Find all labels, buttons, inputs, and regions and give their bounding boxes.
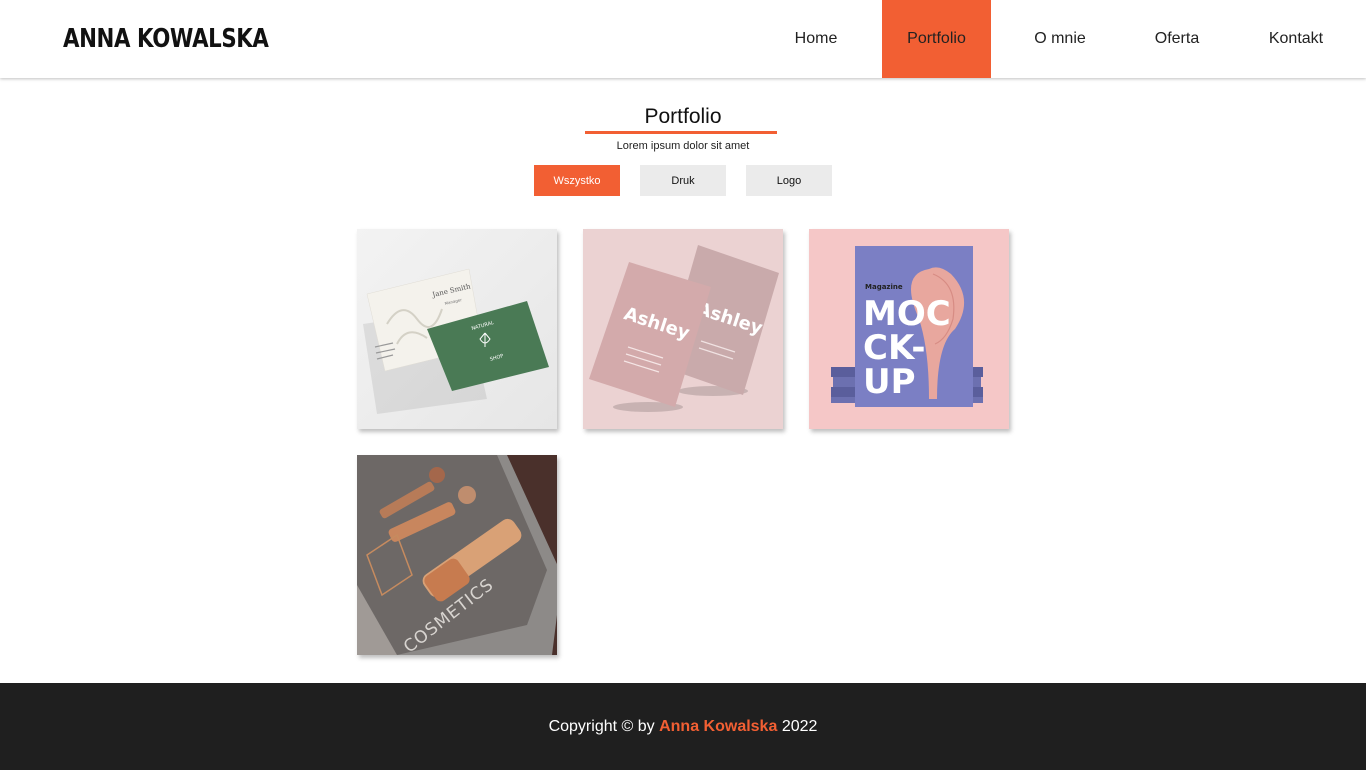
section-title: Portfolio: [644, 105, 722, 128]
portfolio-item-business-cards[interactable]: Jane Smith Manager NATURAL SHOP: [357, 229, 557, 429]
site-logo[interactable]: ANNA KOWALSKA: [63, 24, 269, 54]
magazine-mockup-image: Magazine MOC CK- UP: [809, 229, 1009, 429]
site-footer: Copyright © by Anna Kowalska 2022: [0, 683, 1366, 770]
title-underline: [585, 131, 777, 134]
business-cards-image: Jane Smith Manager NATURAL SHOP: [357, 229, 557, 429]
filter-wszystko[interactable]: Wszystko: [534, 165, 620, 196]
nav-o-mnie[interactable]: O mnie: [1014, 0, 1106, 78]
nav-home[interactable]: Home: [772, 0, 860, 78]
copyright-name: Anna Kowalska: [659, 717, 778, 735]
copyright-year: 2022: [781, 717, 818, 735]
magazine-kicker: Magazine: [865, 283, 903, 291]
filter-druk[interactable]: Druk: [640, 165, 726, 196]
copyright-prefix: Copyright © by: [548, 717, 655, 735]
site-header: ANNA KOWALSKA Home Portfolio O mnie Ofer…: [0, 0, 1366, 78]
nav-portfolio[interactable]: Portfolio: [882, 0, 991, 78]
cosmetics-magazine-image: COSMETICS: [357, 455, 557, 655]
copyright-text: Copyright © by Anna Kowalska 2022: [549, 718, 818, 736]
portfolio-item-ashley-cards[interactable]: Ashley Ashley: [583, 229, 783, 429]
section-subtitle: Lorem ipsum dolor sit amet: [616, 140, 750, 152]
portfolio-item-magazine-mockup[interactable]: Magazine MOC CK- UP: [809, 229, 1009, 429]
portfolio-item-cosmetics-magazine[interactable]: COSMETICS: [357, 455, 557, 655]
nav-oferta[interactable]: Oferta: [1134, 0, 1220, 78]
ashley-cards-image: Ashley Ashley: [583, 229, 783, 429]
mock-line-3: UP: [863, 362, 916, 402]
filter-logo[interactable]: Logo: [746, 165, 832, 196]
nav-kontakt[interactable]: Kontakt: [1248, 0, 1344, 78]
